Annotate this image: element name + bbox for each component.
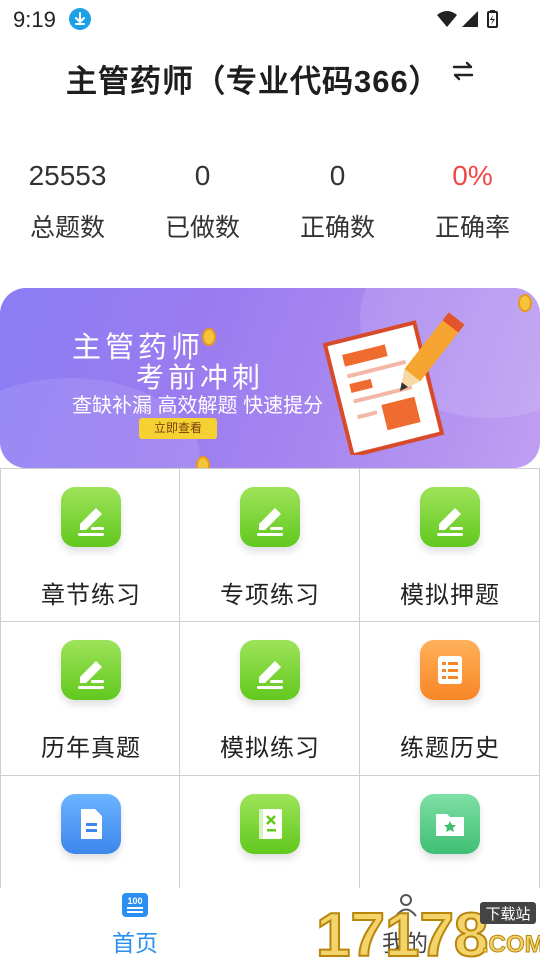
document-icon bbox=[61, 794, 121, 854]
status-bar: 9:19 bbox=[0, 0, 540, 38]
coin-icon bbox=[202, 328, 216, 346]
switch-exam-icon[interactable] bbox=[450, 58, 476, 84]
nav-home-label: 首页 bbox=[112, 930, 158, 956]
grid-item-label: 章节练习 bbox=[41, 582, 141, 609]
grid-item-notes[interactable] bbox=[0, 776, 180, 888]
stat-total-value: 25553 bbox=[28, 160, 107, 191]
home-100-icon: 100 bbox=[122, 893, 148, 917]
stat-rate-value: 0% bbox=[452, 160, 493, 191]
stat-total-label: 总题数 bbox=[29, 214, 105, 242]
promo-banner[interactable]: 主管药师 考前冲刺 查缺补漏 高效解题 快速提分 立即查看 bbox=[0, 288, 540, 468]
pencil-edit-icon bbox=[420, 487, 480, 547]
download-icon bbox=[69, 8, 91, 30]
coin-icon bbox=[518, 294, 532, 312]
watermark-number: 17178 bbox=[316, 901, 488, 960]
grid-item-past-exams[interactable]: 历年真题 bbox=[0, 622, 180, 776]
stat-correct: 0 正确数 bbox=[270, 156, 405, 244]
grid-item-label: 历年真题 bbox=[41, 735, 141, 762]
stat-done: 0 已做数 bbox=[135, 156, 270, 244]
grid-item-label: 模拟押题 bbox=[400, 582, 500, 609]
site-watermark-logo: 17178 下载站 .COM bbox=[315, 900, 540, 960]
banner-view-button[interactable]: 立即查看 bbox=[139, 418, 217, 439]
home-badge-text: 100 bbox=[127, 896, 142, 906]
grid-item-favorites[interactable] bbox=[360, 776, 540, 888]
watermark-site: .COM bbox=[482, 931, 540, 958]
status-time: 9:19 bbox=[13, 7, 56, 32]
grid-item-mock-prediction[interactable]: 模拟押题 bbox=[360, 468, 540, 622]
wrong-book-icon bbox=[240, 794, 300, 854]
stat-correct-label: 正确数 bbox=[299, 214, 375, 242]
watermark-tag: 下载站 bbox=[485, 905, 530, 923]
grid-item-wrong-book[interactable] bbox=[180, 776, 360, 888]
stat-total: 25553 总题数 bbox=[0, 156, 135, 244]
grid-item-label: 模拟练习 bbox=[220, 735, 320, 762]
status-icons bbox=[437, 10, 498, 28]
grid-item-chapter-practice[interactable]: 章节练习 bbox=[0, 468, 180, 622]
pencil-edit-icon bbox=[240, 487, 300, 547]
stat-rate: 0% 正确率 bbox=[405, 156, 540, 244]
pencil-edit-icon bbox=[240, 640, 300, 700]
stat-done-label: 已做数 bbox=[164, 214, 240, 242]
pencil-edit-icon bbox=[61, 640, 121, 700]
scroll-list-icon bbox=[420, 640, 480, 700]
grid-item-label: 专项练习 bbox=[220, 582, 320, 609]
stat-correct-value: 0 bbox=[329, 160, 346, 191]
stats-panel: 25553 总题数 0 已做数 0 正确数 0% 正确率 bbox=[0, 156, 540, 246]
stat-rate-label: 正确率 bbox=[434, 214, 510, 242]
nav-home[interactable]: 100 首页 bbox=[90, 888, 180, 960]
star-folder-icon bbox=[420, 794, 480, 854]
grid-item-mock-practice[interactable]: 模拟练习 bbox=[180, 622, 360, 776]
grid-item-practice-history[interactable]: 练题历史 bbox=[360, 622, 540, 776]
grid-item-label: 练题历史 bbox=[400, 735, 500, 762]
feature-grid: 章节练习 专项练习 模拟押题 历年真题 模拟练习 练题历史 bbox=[0, 468, 540, 888]
banner-subtitle: 查缺补漏 高效解题 快速提分 bbox=[72, 395, 324, 417]
pencil-edit-icon bbox=[61, 487, 121, 547]
exam-paper-pencil-icon bbox=[322, 312, 465, 455]
grid-item-special-practice[interactable]: 专项练习 bbox=[180, 468, 360, 622]
page-title: 主管药师（专业代码366） bbox=[66, 64, 441, 99]
stat-done-value: 0 bbox=[194, 160, 211, 191]
coin-icon bbox=[196, 456, 210, 468]
